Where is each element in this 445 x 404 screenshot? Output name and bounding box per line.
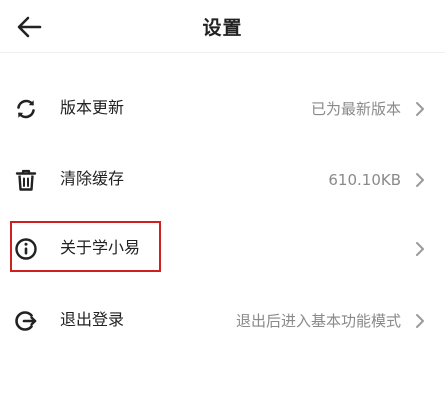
chevron-right-icon	[416, 314, 424, 328]
chevron-right-icon	[416, 173, 424, 187]
settings-item-value: 610.10KB	[328, 171, 401, 189]
settings-item-logout[interactable]: 退出登录 退出后进入基本功能模式	[0, 286, 445, 356]
settings-item-label: 退出登录	[60, 310, 125, 329]
chevron-right-icon	[416, 102, 424, 116]
page-title: 设置	[202, 17, 243, 39]
settings-item-label: 版本更新	[60, 98, 125, 117]
top-bar: 设置	[0, 0, 445, 53]
settings-item-version-update[interactable]: 版本更新 已为最新版本	[0, 74, 445, 144]
trash-icon	[15, 169, 37, 191]
settings-item-value: 已为最新版本	[310, 100, 401, 118]
refresh-icon	[17, 99, 35, 119]
settings-item-label: 清除缓存	[60, 169, 125, 188]
settings-item-value: 退出后进入基本功能模式	[235, 312, 401, 330]
highlight-annotation-box	[10, 221, 161, 272]
settings-item-clear-cache[interactable]: 清除缓存 610.10KB	[0, 145, 445, 215]
logout-icon	[15, 311, 37, 331]
chevron-right-icon	[416, 242, 424, 256]
